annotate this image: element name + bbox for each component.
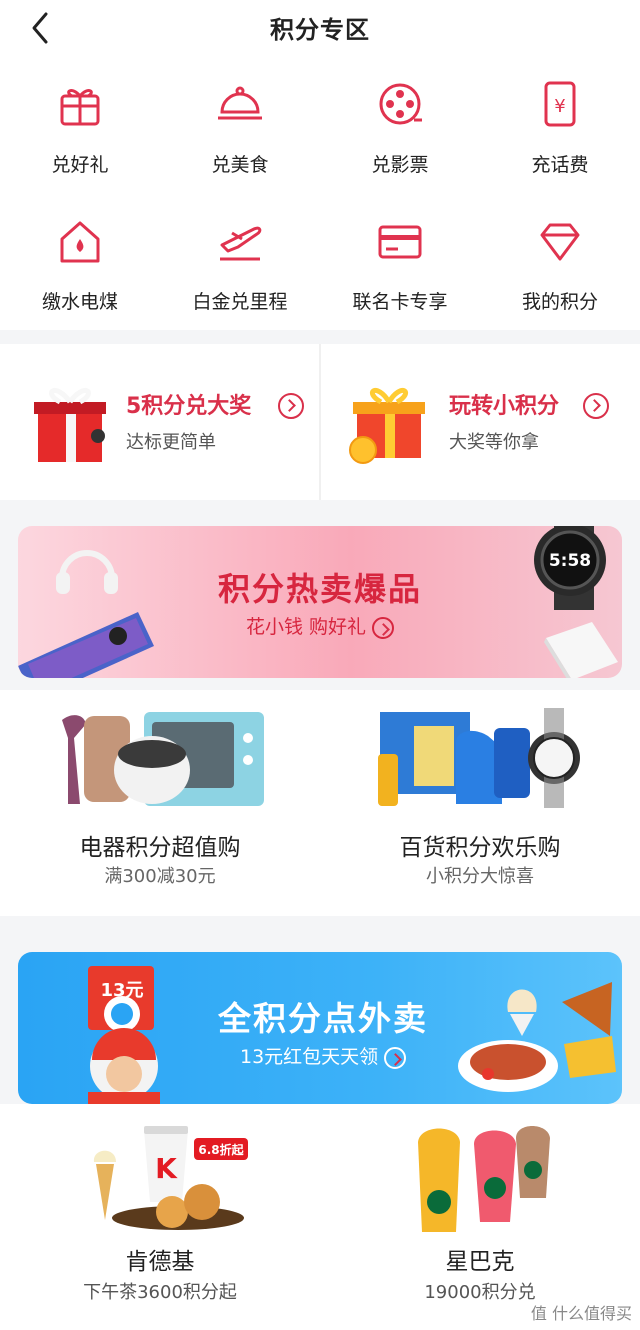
- watch-time: 5:58: [549, 551, 591, 571]
- grid-item-food[interactable]: 兑美食: [160, 56, 320, 186]
- tile-appliances[interactable]: 电器积分超值购 满300减30元: [0, 690, 320, 916]
- tile-subtitle: 小积分大惊喜: [426, 866, 534, 887]
- chevron-right-circle-icon: [372, 616, 395, 639]
- promo-title: 5积分兑大奖: [126, 394, 252, 419]
- service-grid: 兑好礼 兑美食 兑影票 ¥ 充话费 缴水电煤 白金兑里程 联名卡专享 我的积分: [0, 56, 640, 330]
- hot-sale-banner[interactable]: 积分热卖爆品 花小钱 购好礼 5:58: [18, 526, 622, 678]
- gift-icon: [60, 89, 100, 126]
- promo-title: 玩转小积分: [449, 394, 560, 419]
- grid-item-label: 缴水电煤: [41, 291, 118, 313]
- coupon-amount: 13元: [100, 980, 143, 1001]
- starbucks-illustration: [418, 1126, 550, 1232]
- grid-item-mileage[interactable]: 白金兑里程: [160, 193, 320, 323]
- home-drop-icon: [60, 221, 100, 263]
- tile-title: 电器积分超值购: [79, 835, 241, 861]
- chevron-right-circle-icon: [278, 393, 304, 419]
- tile-general-merchandise[interactable]: 百货积分欢乐购 小积分大惊喜: [320, 690, 640, 916]
- grid-item-my-points[interactable]: 我的积分: [480, 193, 640, 323]
- brand-starbucks[interactable]: 星巴克 19000积分兑: [320, 1104, 640, 1330]
- grid-item-label: 兑好礼: [51, 154, 109, 176]
- gift-box-illustration: [349, 388, 425, 464]
- watermark: 值 什么值得买: [530, 1304, 632, 1323]
- food-brands: K 6.8折起 肯德基 下午茶3600积分起 星巴克 19000积分兑 值 什么…: [0, 1104, 640, 1330]
- chevron-right-circle-icon: [583, 393, 609, 419]
- header-bar: 积分专区: [0, 0, 640, 56]
- merchandise-illustration: [378, 708, 580, 808]
- brand-title: 星巴克: [445, 1249, 515, 1275]
- grid-item-cobrand-card[interactable]: 联名卡专享: [320, 193, 480, 323]
- takeout-banner[interactable]: 13元 全积分点外卖 13元红包天天领: [18, 952, 622, 1104]
- grid-item-utilities[interactable]: 缴水电煤: [0, 193, 160, 323]
- grid-item-label: 联名卡专享: [352, 291, 448, 313]
- food-cloche-icon: [218, 86, 262, 120]
- chevron-right-circle-icon: [384, 1046, 407, 1069]
- diamond-icon: [540, 223, 580, 261]
- banner-subtitle: 13元红包天天领: [240, 1042, 407, 1069]
- airplane-icon: [220, 226, 262, 261]
- grid-item-gift[interactable]: 兑好礼: [0, 56, 160, 186]
- kfc-illustration: K 6.8折起: [93, 1126, 248, 1230]
- tile-title: 百货积分欢乐购: [399, 835, 561, 861]
- svg-text:¥: ¥: [554, 96, 565, 117]
- brand-subtitle: 下午茶3600积分起: [83, 1282, 237, 1303]
- grid-item-label: 兑影票: [371, 154, 429, 176]
- promo-subtitle: 大奖等你拿: [449, 432, 539, 453]
- phone-yuan-icon: ¥: [544, 81, 576, 127]
- promo-small-points[interactable]: 玩转小积分 大奖等你拿: [321, 344, 640, 500]
- film-reel-icon: [379, 83, 422, 125]
- brand-title: 肯德基: [125, 1249, 195, 1275]
- banner-subtitle: 花小钱 购好礼: [18, 612, 622, 639]
- discount-badge: 6.8折起: [198, 1142, 244, 1157]
- promo-lucky-draw[interactable]: 5积分兑大奖 达标更简单: [0, 344, 319, 500]
- page-title: 积分专区: [270, 16, 370, 44]
- grid-item-phone-bill[interactable]: ¥ 充话费: [480, 56, 640, 186]
- grid-item-label: 白金兑里程: [192, 291, 288, 313]
- tile-subtitle: 满300减30元: [104, 866, 216, 887]
- food-illustration: [458, 982, 616, 1092]
- power-bank-illustration: [544, 622, 618, 678]
- banner-title: 全积分点外卖: [218, 999, 428, 1038]
- grid-item-label: 兑美食: [211, 154, 269, 176]
- appliances-illustration: [62, 712, 264, 806]
- kfc-logo: K: [155, 1152, 178, 1185]
- delivery-rider-illustration: 13元: [88, 966, 160, 1104]
- gift-box-illustration: [34, 388, 106, 462]
- category-tiles: 电器积分超值购 满300减30元 百货积分欢乐购 小积分大惊喜: [0, 690, 640, 916]
- grid-item-label: 我的积分: [521, 291, 598, 313]
- grid-item-movie[interactable]: 兑影票: [320, 56, 480, 186]
- grid-item-label: 充话费: [531, 154, 589, 176]
- card-icon: [378, 225, 422, 259]
- promo-subtitle: 达标更简单: [126, 432, 216, 453]
- brand-kfc[interactable]: K 6.8折起 肯德基 下午茶3600积分起: [0, 1104, 320, 1330]
- promo-row: 5积分兑大奖 达标更简单 玩转小积分 大奖等你拿: [0, 344, 640, 500]
- smartwatch-illustration: 5:58: [534, 526, 606, 610]
